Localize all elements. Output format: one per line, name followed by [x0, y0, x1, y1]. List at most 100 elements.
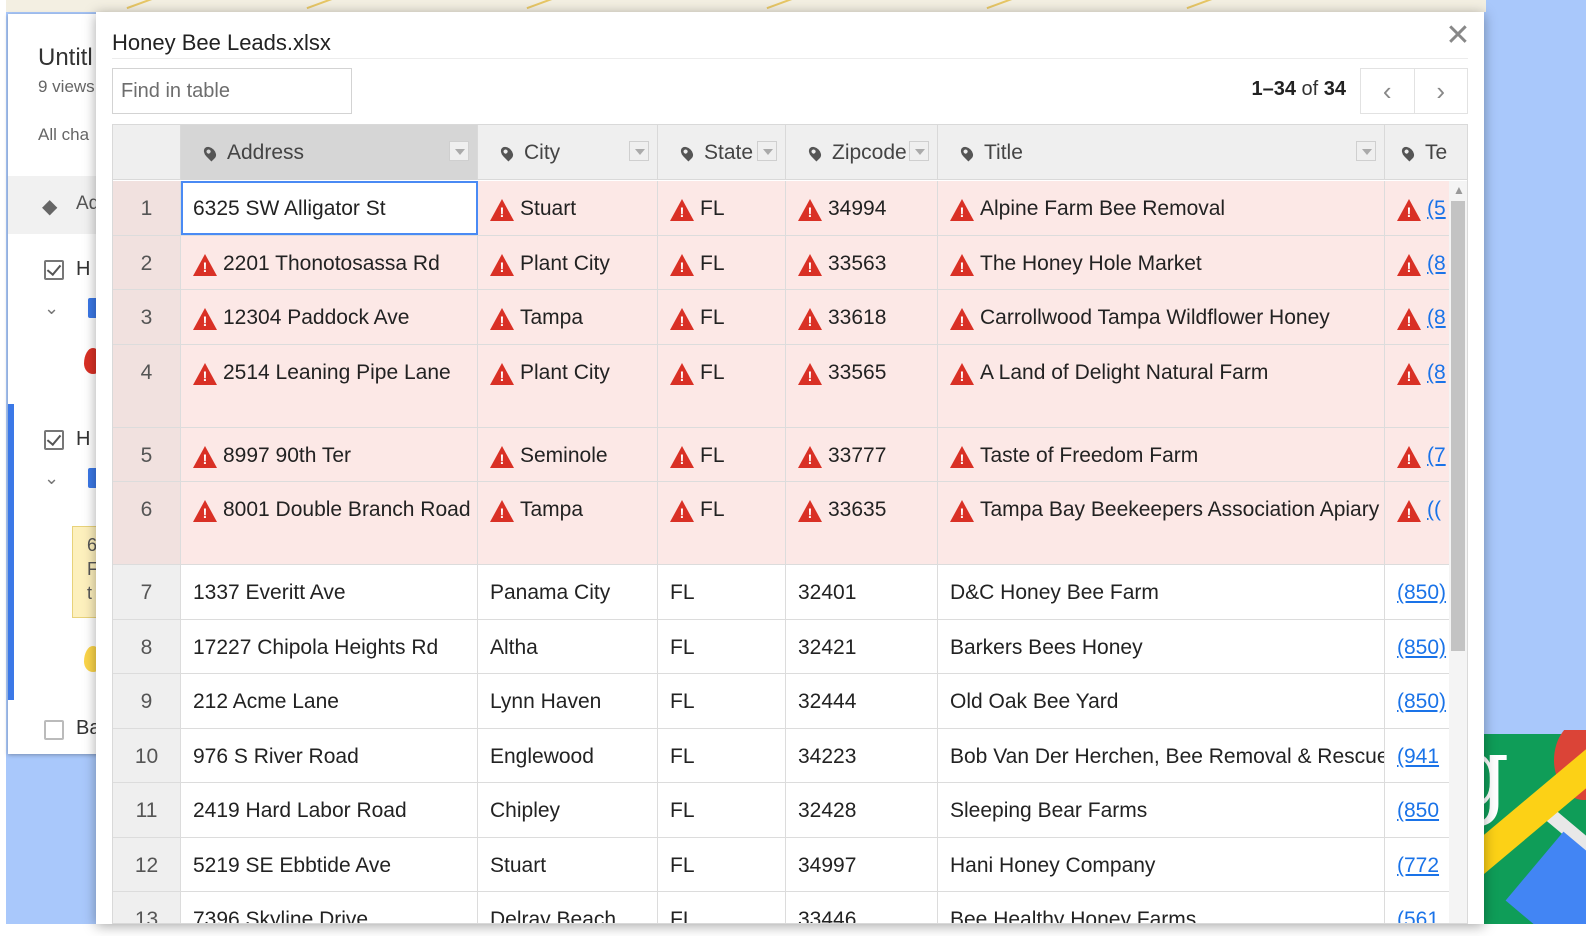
cell-title[interactable]: A Land of Delight Natural Farm — [938, 345, 1385, 427]
add-layer-button[interactable]: ◆ Ad — [8, 176, 108, 234]
cell-address[interactable]: 8001 Double Branch Road — [181, 482, 478, 564]
cell-title[interactable]: Bee Healthy Honey Farms — [938, 892, 1385, 923]
row-number[interactable]: 4 — [113, 345, 181, 427]
row-number[interactable]: 8 — [113, 620, 181, 673]
cell-address[interactable]: 1337 Everitt Ave — [181, 565, 478, 619]
column-header-zipcode[interactable]: Zipcode — [786, 125, 938, 180]
find-in-table-input[interactable] — [112, 68, 352, 114]
cell-address[interactable]: 7396 Skyline Drive — [181, 892, 478, 923]
cell-title[interactable]: Bob Van Der Herchen, Bee Removal & Rescu… — [938, 729, 1385, 782]
table-scrollbar[interactable]: ▲ — [1449, 181, 1467, 923]
cell-address[interactable]: 6325 SW Alligator St — [181, 181, 478, 235]
table-row[interactable]: 1 6325 SW Alligator St Stuart FL 34994 Alpine… — [113, 181, 1467, 236]
dropdown-arrow-icon[interactable] — [757, 141, 777, 161]
row-number[interactable]: 2 — [113, 236, 181, 289]
cell-title[interactable]: Old Oak Bee Yard — [938, 674, 1385, 728]
cell-address[interactable]: 2514 Leaning Pipe Lane — [181, 345, 478, 427]
cell-address[interactable]: 12304 Paddock Ave — [181, 290, 478, 344]
layer1-checkbox[interactable] — [44, 260, 64, 280]
cell-state[interactable]: FL — [658, 290, 786, 344]
cell-city[interactable]: Panama City — [478, 565, 658, 619]
chevron-left-icon[interactable]: ‹ — [1361, 69, 1414, 113]
close-icon[interactable]: ✕ — [1444, 20, 1472, 52]
column-header-address[interactable]: Address — [181, 125, 478, 180]
cell-address[interactable]: 976 S River Road — [181, 729, 478, 782]
row-number[interactable]: 10 — [113, 729, 181, 782]
cell-city[interactable]: Stuart — [478, 838, 658, 891]
cell-state[interactable]: FL — [658, 729, 786, 782]
cell-zipcode[interactable]: 32428 — [786, 783, 938, 837]
cell-address[interactable]: 2419 Hard Labor Road — [181, 783, 478, 837]
cell-address[interactable]: 2201 Thonotosassa Rd — [181, 236, 478, 289]
row-number[interactable]: 5 — [113, 428, 181, 481]
cell-zipcode[interactable]: 33635 — [786, 482, 938, 564]
dropdown-arrow-icon[interactable] — [1356, 141, 1376, 161]
cell-title[interactable]: D&C Honey Bee Farm — [938, 565, 1385, 619]
layer1-name[interactable]: H — [76, 258, 90, 281]
cell-title[interactable]: Hani Honey Company — [938, 838, 1385, 891]
column-header-state[interactable]: State — [658, 125, 786, 180]
scroll-up-icon[interactable]: ▲ — [1453, 183, 1465, 197]
cell-zipcode[interactable]: 32401 — [786, 565, 938, 619]
chevron-down-icon[interactable]: ⌄ — [44, 468, 59, 489]
cell-address[interactable]: 17227 Chipola Heights Rd — [181, 620, 478, 673]
cell-city[interactable]: Seminole — [478, 428, 658, 481]
cell-city[interactable]: Chipley — [478, 783, 658, 837]
cell-state[interactable]: FL — [658, 236, 786, 289]
cell-city[interactable]: Tampa — [478, 290, 658, 344]
row-number[interactable]: 13 — [113, 892, 181, 923]
table-row[interactable]: 11 2419 Hard Labor Road Chipley FL 32428 Slee… — [113, 783, 1467, 838]
table-row[interactable]: 9 212 Acme Lane Lynn Haven FL 32444 Old Oak B… — [113, 674, 1467, 729]
table-row[interactable]: 4 2514 Leaning Pipe Lane Plant City FL 33565… — [113, 345, 1467, 428]
chevron-down-icon[interactable]: ⌄ — [44, 298, 59, 319]
cell-city[interactable]: Lynn Haven — [478, 674, 658, 728]
cell-title[interactable]: Barkers Bees Honey — [938, 620, 1385, 673]
chevron-right-icon[interactable]: › — [1413, 69, 1468, 113]
table-row[interactable]: 3 12304 Paddock Ave Tampa FL 33618 Carrollwoo… — [113, 290, 1467, 345]
cell-city[interactable]: Englewood — [478, 729, 658, 782]
dropdown-arrow-icon[interactable] — [449, 141, 469, 161]
cell-city[interactable]: Tampa — [478, 482, 658, 564]
cell-city[interactable]: Delray Beach — [478, 892, 658, 923]
table-row[interactable]: 10 976 S River Road Englewood FL 34223 Bob Va… — [113, 729, 1467, 783]
cell-zipcode[interactable]: 34223 — [786, 729, 938, 782]
cell-zipcode[interactable]: 32421 — [786, 620, 938, 673]
row-number[interactable]: 6 — [113, 482, 181, 564]
table-row[interactable]: 8 17227 Chipola Heights Rd Altha FL 32421 Bar… — [113, 620, 1467, 674]
row-number[interactable]: 1 — [113, 181, 181, 235]
table-row[interactable]: 5 8997 90th Ter Seminole FL 33777 Taste of Fr… — [113, 428, 1467, 482]
cell-zipcode[interactable]: 33777 — [786, 428, 938, 481]
cell-city[interactable]: Stuart — [478, 181, 658, 235]
cell-address[interactable]: 8997 90th Ter — [181, 428, 478, 481]
cell-state[interactable]: FL — [658, 428, 786, 481]
cell-state[interactable]: FL — [658, 620, 786, 673]
cell-address[interactable]: 212 Acme Lane — [181, 674, 478, 728]
row-number[interactable]: 3 — [113, 290, 181, 344]
cell-state[interactable]: FL — [658, 674, 786, 728]
cell-state[interactable]: FL — [658, 345, 786, 427]
base-map-toggle[interactable] — [44, 720, 64, 740]
row-number[interactable]: 7 — [113, 565, 181, 619]
cell-zipcode[interactable]: 33618 — [786, 290, 938, 344]
cell-title[interactable]: The Honey Hole Market — [938, 236, 1385, 289]
cell-city[interactable]: Plant City — [478, 236, 658, 289]
cell-zipcode[interactable]: 34994 — [786, 181, 938, 235]
cell-zipcode[interactable]: 32444 — [786, 674, 938, 728]
cell-zipcode[interactable]: 33563 — [786, 236, 938, 289]
cell-address[interactable]: 5219 SE Ebbtide Ave — [181, 838, 478, 891]
cell-zipcode[interactable]: 34997 — [786, 838, 938, 891]
cell-state[interactable]: FL — [658, 181, 786, 235]
column-header-title[interactable]: Title — [938, 125, 1385, 180]
row-number[interactable]: 9 — [113, 674, 181, 728]
table-row[interactable]: 7 1337 Everitt Ave Panama City FL 32401 D&C H… — [113, 565, 1467, 620]
column-header-telephone[interactable]: Te — [1385, 125, 1467, 180]
layer2-checkbox[interactable] — [44, 430, 64, 450]
table-row[interactable]: 6 8001 Double Branch Road Tampa FL 33635 Tamp… — [113, 482, 1467, 565]
row-number[interactable]: 11 — [113, 783, 181, 837]
dropdown-arrow-icon[interactable] — [629, 141, 649, 161]
cell-title[interactable]: Alpine Farm Bee Removal — [938, 181, 1385, 235]
cell-title[interactable]: Carrollwood Tampa Wildflower Honey — [938, 290, 1385, 344]
cell-city[interactable]: Plant City — [478, 345, 658, 427]
cell-state[interactable]: FL — [658, 783, 786, 837]
cell-title[interactable]: Tampa Bay Beekeepers Association Apiary — [938, 482, 1385, 564]
